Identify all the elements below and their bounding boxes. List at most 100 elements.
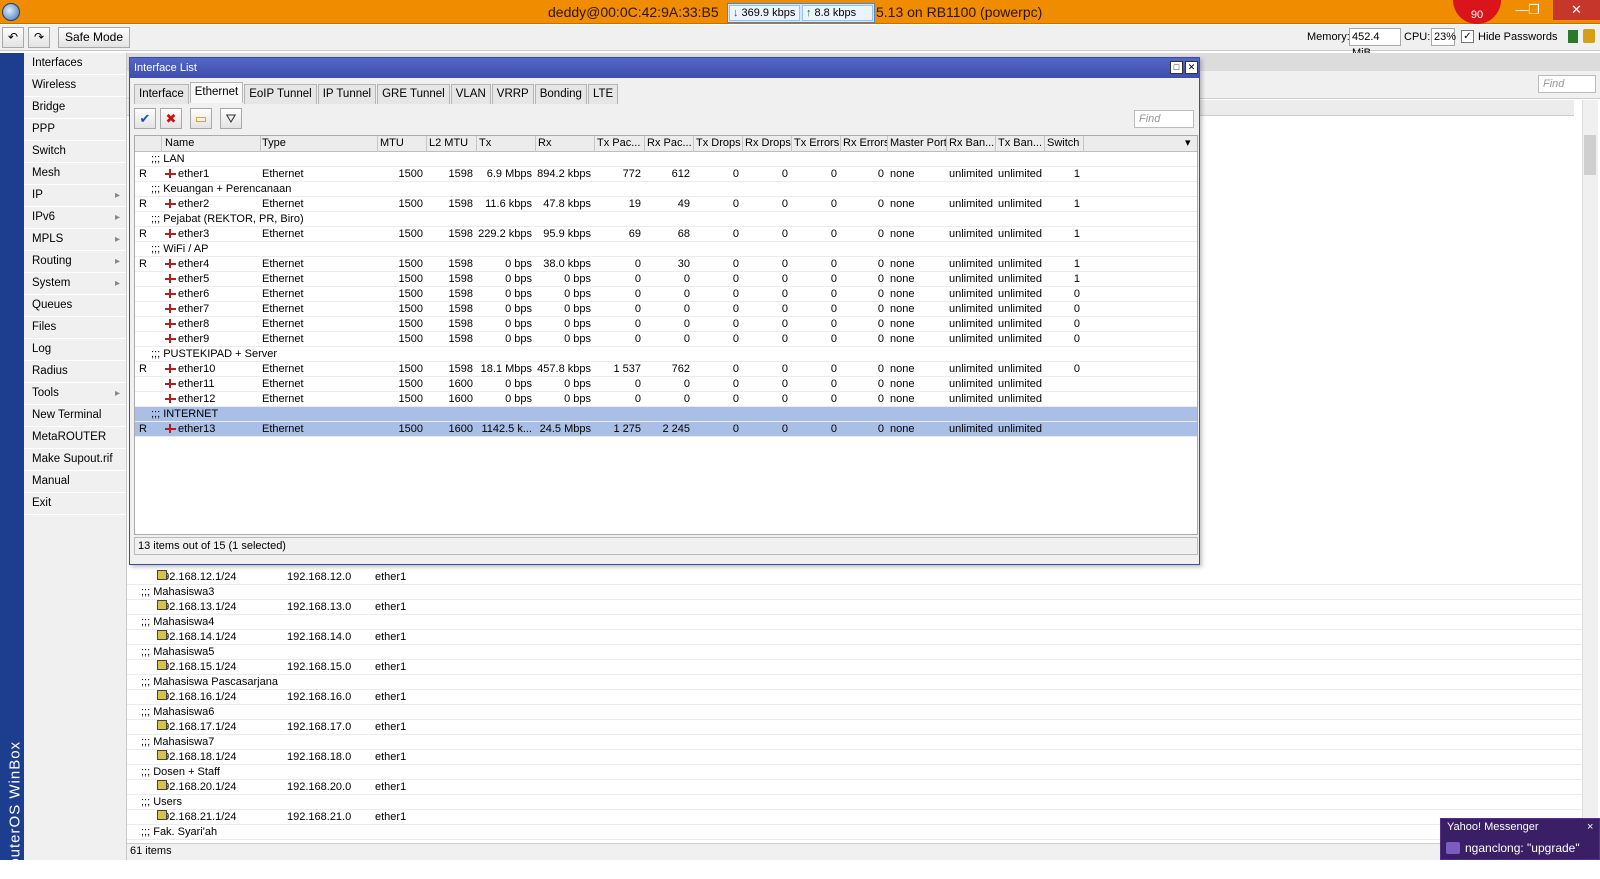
- table-row[interactable]: Rether13 Ethernet 1500 1600 1142.5 k... 24.5 …: [135, 422, 1197, 437]
- undo-button[interactable]: ↶: [2, 27, 24, 48]
- background-find-input[interactable]: Find: [1538, 75, 1596, 93]
- address-comment-row[interactable]: ;;; Mahasiswa5: [127, 645, 1582, 660]
- comment-row[interactable]: ;;; Pejabat (REKTOR, PR, Biro): [135, 212, 1197, 227]
- tab-eoip-tunnel[interactable]: EoIP Tunnel: [244, 84, 317, 104]
- tab-ip-tunnel[interactable]: IP Tunnel: [317, 84, 377, 104]
- menu-item-wireless[interactable]: Wireless: [24, 75, 126, 97]
- column-header-l2mtu[interactable]: L2 MTU: [427, 136, 477, 152]
- column-header-rxp[interactable]: Rx Pac...: [645, 136, 694, 152]
- table-row[interactable]: Rether4 Ethernet 1500 1598 0 bps 38.0 kbps 0 30…: [135, 257, 1197, 272]
- menu-item-bridge[interactable]: Bridge: [24, 97, 126, 119]
- address-comment-row[interactable]: ;;; Users: [127, 795, 1582, 810]
- table-row[interactable]: ether5 Ethernet 1500 1598 0 bps 0 bps 0 0 0 0 0 0 no…: [135, 272, 1197, 287]
- yahoo-close-button[interactable]: ×: [1587, 821, 1593, 833]
- background-scrollbar[interactable]: [1582, 100, 1598, 845]
- column-header-rx[interactable]: Rx: [536, 136, 595, 152]
- redo-button[interactable]: ↷: [28, 27, 50, 48]
- tab-bonding[interactable]: Bonding: [534, 84, 587, 104]
- restore-button[interactable]: ❐: [1524, 0, 1544, 20]
- background-scroll-thumb[interactable]: [1584, 135, 1596, 175]
- address-comment-row[interactable]: ;;; Mahasiswa4: [127, 615, 1582, 630]
- tab-vlan[interactable]: VLAN: [450, 84, 491, 104]
- address-comment-row[interactable]: ;;; Mahasiswa7: [127, 735, 1582, 750]
- address-row[interactable]: 192.168.17.1/24 192.168.17.0 ether1: [127, 720, 1582, 735]
- yahoo-messenger-popup[interactable]: Yahoo! Messenger × nganclong: "upgrade": [1440, 818, 1600, 860]
- menu-item-manual[interactable]: Manual: [24, 471, 126, 493]
- menu-item-mesh[interactable]: Mesh: [24, 163, 126, 185]
- comment-row[interactable]: ;;; WiFi / AP: [135, 242, 1197, 257]
- safe-mode-button[interactable]: Safe Mode: [58, 27, 130, 48]
- close-button[interactable]: ✕: [1553, 0, 1600, 20]
- comment-row[interactable]: ;;; PUSTEKIPAD + Server: [135, 347, 1197, 362]
- filter-icon[interactable]: ⛛: [220, 108, 242, 129]
- menu-item-switch[interactable]: Switch: [24, 141, 126, 163]
- menu-item-files[interactable]: Files: [24, 317, 126, 339]
- menu-item-radius[interactable]: Radius: [24, 361, 126, 383]
- notification-badge[interactable]: 90: [1453, 0, 1501, 24]
- column-header-txp[interactable]: Tx Pac...: [595, 136, 645, 152]
- table-row[interactable]: ether8 Ethernet 1500 1598 0 bps 0 bps 0 0 0 0 0 0 no…: [135, 317, 1197, 332]
- find-input[interactable]: Find: [1134, 110, 1194, 128]
- menu-item-tools[interactable]: Tools ▸: [24, 383, 126, 405]
- menu-item-ip[interactable]: IP ▸: [24, 185, 126, 207]
- menu-item-log[interactable]: Log: [24, 339, 126, 361]
- tab-vrrp[interactable]: VRRP: [491, 84, 534, 104]
- address-row[interactable]: 192.168.16.1/24 192.168.16.0 ether1: [127, 690, 1582, 705]
- table-row[interactable]: ether9 Ethernet 1500 1598 0 bps 0 bps 0 0 0 0 0 0 no…: [135, 332, 1197, 347]
- comment-icon[interactable]: ▭: [190, 108, 212, 129]
- tab-ethernet[interactable]: Ethernet: [189, 82, 244, 103]
- comment-row[interactable]: ;;; Keuangan + Perencanaan: [135, 182, 1197, 197]
- menu-item-queues[interactable]: Queues: [24, 295, 126, 317]
- column-header-master[interactable]: Master Port: [888, 136, 947, 152]
- table-row[interactable]: ether11 Ethernet 1500 1600 0 bps 0 bps 0 0 0 0 0 0 n…: [135, 377, 1197, 392]
- address-comment-row[interactable]: ;;; Mahasiswa Pascasarjana: [127, 675, 1582, 690]
- window-close-button[interactable]: ✕: [1185, 61, 1198, 74]
- table-row[interactable]: ether12 Ethernet 1500 1600 0 bps 0 bps 0 0 0 0 0 0 n…: [135, 392, 1197, 407]
- tab-lte[interactable]: LTE: [587, 84, 619, 104]
- column-chooser-icon[interactable]: ▾: [1183, 136, 1197, 152]
- menu-item-routing[interactable]: Routing ▸: [24, 251, 126, 273]
- comment-row[interactable]: ;;; LAN: [135, 152, 1197, 167]
- enable-check-icon[interactable]: ✔: [134, 108, 156, 129]
- column-header-txd[interactable]: Tx Drops: [694, 136, 743, 152]
- address-comment-row[interactable]: ;;; Mahasiswa6: [127, 705, 1582, 720]
- address-row[interactable]: 192.168.14.1/24 192.168.14.0 ether1: [127, 630, 1582, 645]
- menu-item-system[interactable]: System ▸: [24, 273, 126, 295]
- comment-row[interactable]: ;;; INTERNET: [135, 407, 1197, 422]
- address-row[interactable]: 192.168.20.1/24 192.168.20.0 ether1: [127, 780, 1582, 795]
- address-row[interactable]: 192.168.18.1/24 192.168.18.0 ether1: [127, 750, 1582, 765]
- column-header-flag[interactable]: [135, 136, 162, 152]
- table-row[interactable]: Rether10 Ethernet 1500 1598 18.1 Mbps 457.8 k…: [135, 362, 1197, 377]
- address-comment-row[interactable]: ;;; Fak. Syari'ah: [127, 825, 1582, 840]
- window-maximize-button[interactable]: □: [1170, 61, 1183, 74]
- winbox-app-icon[interactable]: [2, 3, 20, 21]
- column-header-sw[interactable]: Switch: [1045, 136, 1084, 152]
- column-header-name[interactable]: Name: [163, 136, 261, 152]
- column-header-mtu[interactable]: MTU: [378, 136, 427, 152]
- menu-item-interfaces[interactable]: Interfaces: [24, 53, 126, 75]
- tab-interface[interactable]: Interface: [134, 84, 189, 104]
- table-row[interactable]: ether6 Ethernet 1500 1598 0 bps 0 bps 0 0 0 0 0 0 no…: [135, 287, 1197, 302]
- menu-item-exit[interactable]: Exit: [24, 493, 126, 515]
- column-header-tx[interactable]: Tx: [477, 136, 536, 152]
- column-header-rxe[interactable]: Rx Errors: [841, 136, 888, 152]
- column-header-txb[interactable]: Tx Ban...: [996, 136, 1045, 152]
- tab-gre-tunnel[interactable]: GRE Tunnel: [377, 84, 450, 104]
- menu-item-new-terminal[interactable]: New Terminal: [24, 405, 126, 427]
- disable-x-icon[interactable]: ✖: [160, 108, 182, 129]
- address-row[interactable]: 192.168.13.1/24 192.168.13.0 ether1: [127, 600, 1582, 615]
- menu-item-ipv6[interactable]: IPv6 ▸: [24, 207, 126, 229]
- menu-item-metarouter[interactable]: MetaROUTER: [24, 427, 126, 449]
- menu-item-ppp[interactable]: PPP: [24, 119, 126, 141]
- table-row[interactable]: Rether1 Ethernet 1500 1598 6.9 Mbps 894.2 kbp…: [135, 167, 1197, 182]
- menu-item-mpls[interactable]: MPLS ▸: [24, 229, 126, 251]
- address-row[interactable]: 192.168.12.1/24 192.168.12.0 ether1: [127, 570, 1582, 585]
- column-header-txe[interactable]: Tx Errors: [792, 136, 841, 152]
- column-header-rxb[interactable]: Rx Ban...: [947, 136, 996, 152]
- hide-passwords-checkbox[interactable]: ✓: [1461, 30, 1474, 43]
- address-comment-row[interactable]: ;;; Dosen + Staff: [127, 765, 1582, 780]
- address-row[interactable]: 192.168.15.1/24 192.168.15.0 ether1: [127, 660, 1582, 675]
- table-row[interactable]: ether7 Ethernet 1500 1598 0 bps 0 bps 0 0 0 0 0 0 no…: [135, 302, 1197, 317]
- table-row[interactable]: Rether3 Ethernet 1500 1598 229.2 kbps 95.9 kb…: [135, 227, 1197, 242]
- menu-item-make-supout-rif[interactable]: Make Supout.rif: [24, 449, 126, 471]
